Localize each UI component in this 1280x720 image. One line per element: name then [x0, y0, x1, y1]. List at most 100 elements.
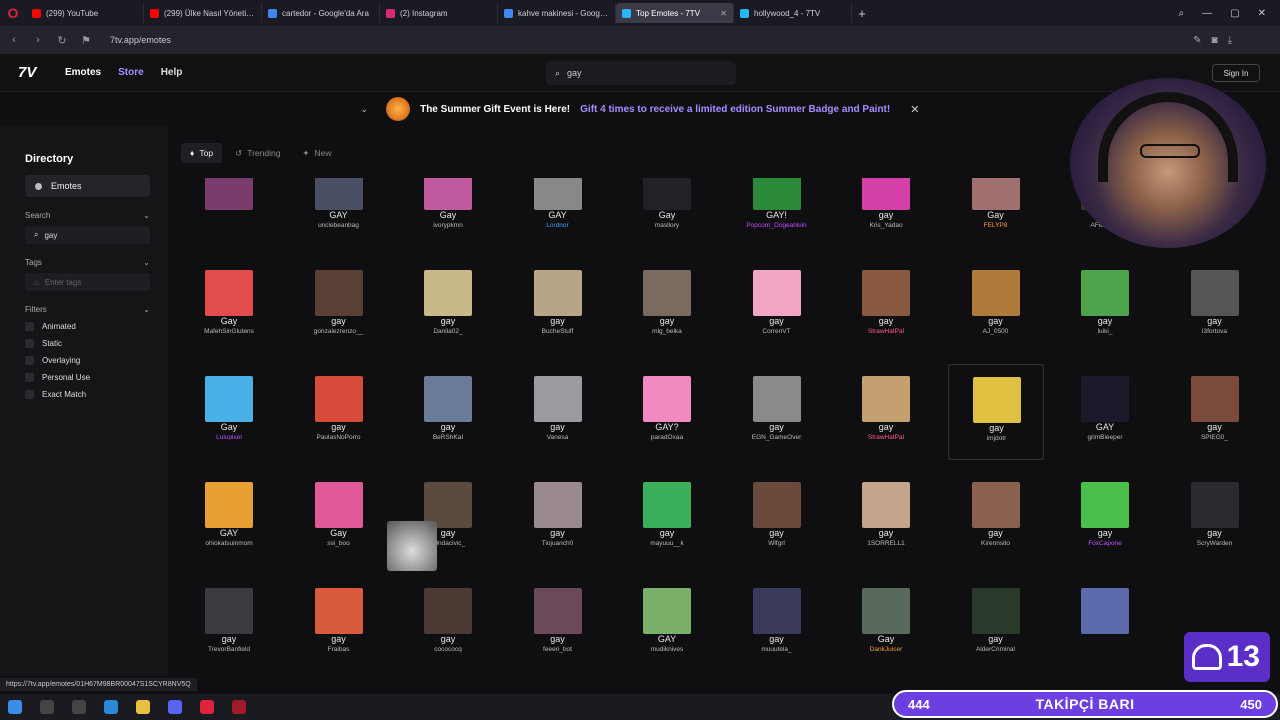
minimize-icon[interactable]: —: [1202, 8, 1212, 19]
emote-card[interactable]: Gay FELYP8: [948, 178, 1044, 248]
emote-card[interactable]: Gay DankJuicer: [838, 576, 934, 672]
emote-card[interactable]: gay gonzalezrenzo__: [291, 258, 387, 354]
search-tabs-icon[interactable]: ⌕: [1179, 8, 1185, 19]
emote-card[interactable]: gay SPIEG0_: [1167, 364, 1263, 460]
emote-card[interactable]: [1057, 576, 1153, 672]
emote-card[interactable]: gay Wlfgrl: [729, 470, 825, 566]
emote-card[interactable]: Gay MafehSinGlutens: [181, 258, 277, 354]
new-tab-button[interactable]: +: [852, 6, 872, 21]
filter-checkbox[interactable]: Static: [25, 335, 150, 352]
browser-tab[interactable]: kahve makinesi - Google'da: [498, 3, 616, 23]
emote-card[interactable]: gay mayuuu__k: [619, 470, 715, 566]
emote-card[interactable]: gay StrawHatPal: [838, 364, 934, 460]
close-window-icon[interactable]: ✕: [1258, 8, 1266, 19]
maximize-icon[interactable]: ▢: [1230, 8, 1239, 19]
emote-card[interactable]: [181, 178, 277, 248]
emote-card[interactable]: Gay ssi_boo: [291, 470, 387, 566]
browser-tab[interactable]: (299) YouTube: [26, 3, 144, 23]
emote-card[interactable]: gay StrawHatPal: [838, 258, 934, 354]
emote-card[interactable]: Gay Lulupixel: [181, 364, 277, 460]
tab-trending[interactable]: ↺ Trending: [226, 143, 289, 163]
reload-icon[interactable]: ↻: [56, 34, 68, 47]
forward-icon[interactable]: ›: [32, 34, 44, 46]
emote-card[interactable]: gay Vanesa: [510, 364, 606, 460]
browser-tab[interactable]: cartedor - Google'da Ara: [262, 3, 380, 23]
emote-card[interactable]: gay feeeri_bot: [510, 576, 606, 672]
tags-section-header[interactable]: Tags ⌄: [25, 258, 150, 267]
emote-card[interactable]: gay EGN_GameOver: [729, 364, 825, 460]
file-explorer-icon[interactable]: [136, 700, 150, 714]
site-info-icon[interactable]: ⚑: [80, 34, 92, 47]
opera-icon[interactable]: [200, 700, 214, 714]
edit-icon[interactable]: ✎: [1193, 35, 1201, 46]
emote-card[interactable]: GAY Lordnor: [510, 178, 606, 248]
tags-input[interactable]: ⌂ Enter tags: [25, 273, 150, 291]
edge-icon[interactable]: [104, 700, 118, 714]
emote-card[interactable]: gay Kirennsito: [948, 470, 1044, 566]
emote-card[interactable]: gay Kris_Yadao: [838, 178, 934, 248]
7tv-logo[interactable]: 7V: [18, 64, 48, 81]
back-icon[interactable]: ‹: [8, 34, 20, 46]
filter-checkbox[interactable]: Personal Use: [25, 369, 150, 386]
camera-icon[interactable]: ◙: [1212, 35, 1218, 46]
sign-in-button[interactable]: Sign In: [1212, 64, 1260, 82]
windows-start-icon[interactable]: [8, 700, 22, 714]
banner-link[interactable]: Gift 4 times to receive a limited editio…: [580, 104, 890, 115]
close-banner-icon[interactable]: ✕: [910, 103, 919, 116]
sidebar-search-value: gay: [44, 230, 58, 240]
emote-card[interactable]: Gay ivorypkmn: [400, 178, 496, 248]
emote-card[interactable]: gay AJ_0500: [948, 258, 1044, 354]
sidebar-item-emotes[interactable]: Emotes: [25, 175, 150, 197]
emote-card[interactable]: GAY unclebeanbag: [291, 178, 387, 248]
close-tab-icon[interactable]: ✕: [720, 9, 727, 18]
header-search-input[interactable]: ⌕ gay: [546, 61, 736, 85]
emote-card[interactable]: gay l3fortova: [1167, 258, 1263, 354]
emote-card[interactable]: gay muuutela_: [729, 576, 825, 672]
emote-card[interactable]: gay Fraibas: [291, 576, 387, 672]
tab-new[interactable]: ✦ New: [293, 143, 340, 163]
emote-card[interactable]: gay FoxCapone: [1057, 470, 1153, 566]
browser-tab[interactable]: (299) Ülke Nasıl Yönetilme: [144, 3, 262, 23]
filter-checkbox[interactable]: Overlaying: [25, 352, 150, 369]
tab-top[interactable]: ♦ Top: [181, 143, 223, 163]
emote-card[interactable]: gay CorrenVT: [729, 258, 825, 354]
emote-card[interactable]: gay mlg_belka: [619, 258, 715, 354]
filter-checkbox[interactable]: Exact Match: [25, 386, 150, 403]
opera-menu-icon[interactable]: O: [0, 0, 26, 26]
search-section-header[interactable]: Search ⌄: [25, 211, 150, 220]
emote-card[interactable]: gay TrevorBanfield: [181, 576, 277, 672]
emote-card[interactable]: gay 1SORRELL1: [838, 470, 934, 566]
emote-card[interactable]: gay Danila02_: [400, 258, 496, 354]
nav-store[interactable]: Store: [118, 67, 144, 78]
emote-card[interactable]: gay PaulasNoPorro: [291, 364, 387, 460]
filters-section-header[interactable]: Filters ⌄: [25, 305, 150, 314]
emote-card[interactable]: gay imjdotr: [947, 364, 1044, 460]
emote-card[interactable]: gay Tiojuanch0: [510, 470, 606, 566]
chevron-down-icon[interactable]: ⌄: [361, 104, 369, 115]
opera-gx-icon[interactable]: [232, 700, 246, 714]
emote-card[interactable]: Gay masllory: [619, 178, 715, 248]
emote-card[interactable]: GAY ohiokatsuinmom: [181, 470, 277, 566]
browser-tab[interactable]: (2) Instagram: [380, 3, 498, 23]
emote-card[interactable]: gay BucheStuff: [510, 258, 606, 354]
emote-card[interactable]: GAY! Popcorn_Dogeahkiin: [729, 178, 825, 248]
emote-card[interactable]: GAY? paradOxaa: [619, 364, 715, 460]
url-field[interactable]: 7tv.app/emotes: [110, 35, 171, 45]
search-icon[interactable]: [40, 700, 54, 714]
emote-card[interactable]: gay BeRShKaI: [400, 364, 496, 460]
download-icon[interactable]: ⤓: [1228, 35, 1232, 46]
discord-icon[interactable]: [168, 700, 182, 714]
emote-card[interactable]: gay ScryWarden: [1167, 470, 1263, 566]
emote-card[interactable]: gay cocococq: [400, 576, 496, 672]
browser-tab[interactable]: hollywood_4 - 7TV: [734, 3, 852, 23]
emote-card[interactable]: GAY grimBleeper: [1057, 364, 1153, 460]
browser-tab[interactable]: Top Emotes - 7TV ✕: [616, 3, 734, 23]
nav-help[interactable]: Help: [161, 67, 183, 78]
emote-card[interactable]: GAY mudiknives: [619, 576, 715, 672]
emote-card[interactable]: gay AlderCriminal: [948, 576, 1044, 672]
task-view-icon[interactable]: [72, 700, 86, 714]
emote-card[interactable]: gay luiki_: [1057, 258, 1153, 354]
nav-emotes[interactable]: Emotes: [65, 67, 101, 78]
sidebar-search-input[interactable]: ⌕ gay: [25, 226, 150, 244]
filter-checkbox[interactable]: Animated: [25, 318, 150, 335]
